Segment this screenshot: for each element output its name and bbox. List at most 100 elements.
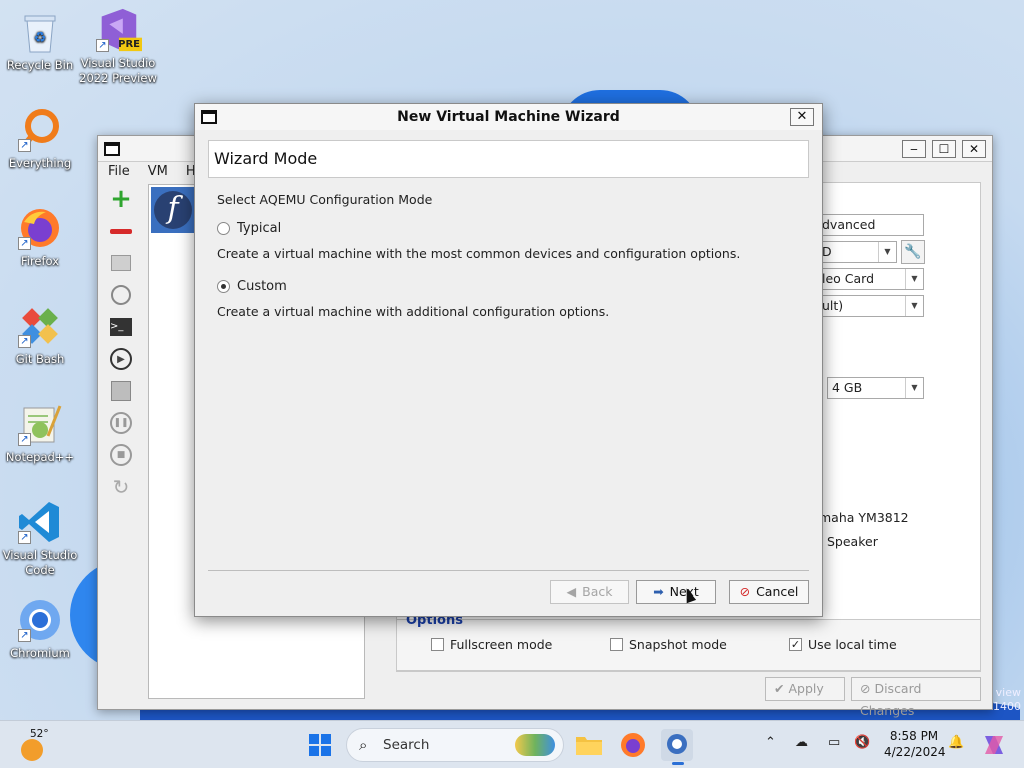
- discard-changes-button[interactable]: ⊘ Discard Changes: [851, 677, 981, 718]
- desktop-icon-everything[interactable]: ↗ Everything: [0, 106, 80, 171]
- chevron-up-icon: ⌃: [765, 735, 776, 750]
- copilot-button[interactable]: [978, 729, 1010, 761]
- sound-card-option[interactable]: maha YM3812: [819, 510, 909, 525]
- window-menu-icon[interactable]: [104, 142, 120, 156]
- wizard-close-button[interactable]: ✕: [790, 108, 814, 126]
- hdd-icon: [111, 255, 131, 271]
- snapshot-checkbox[interactable]: Snapshot mode: [610, 637, 727, 652]
- start-vm-button[interactable]: ▶: [108, 346, 134, 372]
- terminal-button[interactable]: >_: [108, 314, 134, 340]
- pre-badge: PRE: [118, 39, 140, 50]
- show-hidden-icons-button[interactable]: ⌃: [765, 735, 776, 750]
- arrow-right-icon: ➡: [653, 584, 664, 599]
- typical-description: Create a virtual machine with the most c…: [217, 246, 741, 261]
- terminal-icon: >_: [110, 318, 132, 336]
- apply-button[interactable]: ✔ Apply: [765, 677, 845, 701]
- radio-indicator: [217, 280, 230, 293]
- video-select[interactable]: leo Card ▼: [817, 268, 924, 290]
- sound-card-option[interactable]: Speaker: [827, 534, 878, 549]
- wizard-title: New Virtual Machine Wizard: [397, 109, 620, 125]
- stop-vm-button[interactable]: ■: [108, 442, 134, 468]
- search-icon: ⌕: [359, 736, 368, 754]
- memory-select[interactable]: 4 GB ▼: [827, 377, 924, 399]
- volume-muted-icon[interactable]: 🔇: [854, 735, 870, 750]
- main-menubar: File VM He: [106, 163, 206, 180]
- network-icon[interactable]: ☁: [795, 735, 808, 750]
- wizard-page-header: Wizard Mode: [208, 140, 809, 178]
- weather-widget[interactable]: 52°: [18, 727, 52, 763]
- play-icon: ▶: [110, 348, 132, 370]
- active-indicator: [672, 762, 684, 765]
- vm-toolbar: + >_ ▶ ❚❚ ■ ↻: [108, 184, 138, 506]
- hdd-button[interactable]: [108, 250, 134, 276]
- cancel-icon: ⊘: [860, 681, 875, 696]
- svg-text:♻: ♻: [34, 30, 47, 46]
- other-select[interactable]: ult) ▼: [817, 295, 924, 317]
- vm-list-item-fedora[interactable]: f: [151, 187, 195, 233]
- shortcut-arrow-icon: ↗: [18, 335, 31, 348]
- close-button[interactable]: ✕: [962, 140, 986, 158]
- fedora-logo-icon: f: [154, 191, 192, 229]
- menu-vm[interactable]: VM: [146, 163, 170, 180]
- firefox-icon: ↗: [16, 204, 64, 252]
- desktop-icon-vscode[interactable]: ↗ Visual Studio Code: [0, 498, 80, 578]
- desktop-icon-visual-studio-preview[interactable]: PRE ↗ Visual Studio 2022 Preview: [78, 6, 158, 86]
- save-icon: [111, 381, 131, 401]
- add-vm-button[interactable]: +: [108, 184, 134, 214]
- minimize-button[interactable]: ‒: [902, 140, 926, 158]
- shortcut-arrow-icon: ↗: [18, 531, 31, 544]
- custom-radio[interactable]: Custom: [217, 279, 287, 294]
- notification-bell-icon[interactable]: 🔔: [948, 735, 964, 750]
- desktop-icon-firefox[interactable]: ↗ Firefox: [0, 204, 80, 269]
- desktop-icon-recycle-bin[interactable]: ♻ Recycle Bin: [0, 8, 80, 73]
- taskbar: 52° ⌕ Search ⌃ ☁ ▭ 🔇 8:58 PM 4/22/2024 🔔: [0, 720, 1024, 768]
- desktop-icon-git-bash[interactable]: ↗ Git Bash: [0, 302, 80, 367]
- typical-radio[interactable]: Typical: [217, 221, 281, 236]
- checkbox-box: [610, 638, 623, 651]
- cancel-icon: ⊘: [739, 584, 751, 599]
- file-explorer-button[interactable]: [573, 729, 605, 761]
- taskbar-clock[interactable]: 8:58 PM 4/22/2024: [884, 728, 946, 760]
- mode-field[interactable]: dvanced: [817, 214, 924, 236]
- reset-vm-button[interactable]: ↻: [108, 474, 134, 500]
- checkbox-box: [431, 638, 444, 651]
- desktop-icon-chromium[interactable]: ↗ Chromium: [0, 596, 80, 661]
- clock-button[interactable]: [108, 282, 134, 308]
- pause-vm-button[interactable]: ❚❚: [108, 410, 134, 436]
- maximize-button[interactable]: ☐: [932, 140, 956, 158]
- taskbar-firefox-button[interactable]: [617, 729, 649, 761]
- next-button[interactable]: ➡ Next: [636, 580, 716, 604]
- taskbar-search[interactable]: ⌕ Search: [346, 728, 564, 762]
- pause-icon: ❚❚: [110, 412, 132, 434]
- shortcut-arrow-icon: ↗: [96, 39, 109, 52]
- wizard-separator: [208, 570, 809, 571]
- checkmark-icon: ✓: [789, 638, 802, 651]
- desktop-icon-notepad-plus-plus[interactable]: ↗ Notepad++: [0, 400, 80, 465]
- arrow-left-icon: ◀: [566, 584, 577, 599]
- chromium-icon: ↗: [16, 596, 64, 644]
- start-button[interactable]: [304, 729, 336, 761]
- shortcut-arrow-icon: ↗: [18, 237, 31, 250]
- cpu-select[interactable]: D ▼: [817, 241, 897, 263]
- save-vm-button[interactable]: [108, 378, 134, 404]
- local-time-checkbox[interactable]: ✓ Use local time: [789, 637, 897, 652]
- wizard-titlebar[interactable]: New Virtual Machine Wizard ✕: [195, 104, 822, 130]
- wrench-button[interactable]: 🔧: [901, 240, 925, 264]
- new-vm-wizard-dialog: New Virtual Machine Wizard ✕ Wizard Mode…: [194, 103, 823, 617]
- back-button[interactable]: ◀ Back: [550, 580, 629, 604]
- options-group: Fullscreen mode Snapshot mode ✓ Use local…: [396, 619, 981, 671]
- check-icon: ✔: [774, 681, 789, 696]
- chevron-down-icon: ▼: [905, 269, 923, 289]
- window-menu-icon[interactable]: [201, 110, 217, 124]
- menu-file[interactable]: File: [106, 163, 132, 180]
- taskbar-aqemu-button[interactable]: [661, 729, 693, 765]
- display-icon[interactable]: ▭: [828, 735, 840, 750]
- fullscreen-checkbox[interactable]: Fullscreen mode: [431, 637, 552, 652]
- vscode-icon: ↗: [16, 498, 64, 546]
- reload-icon: ↻: [112, 475, 130, 499]
- chevron-down-icon: ▼: [905, 296, 923, 316]
- remove-vm-button[interactable]: [108, 218, 134, 244]
- desktop: ♻ Recycle Bin PRE ↗ Visual Studio 2022 P…: [0, 0, 1024, 720]
- git-bash-icon: ↗: [16, 302, 64, 350]
- cancel-button[interactable]: ⊘ Cancel: [729, 580, 809, 604]
